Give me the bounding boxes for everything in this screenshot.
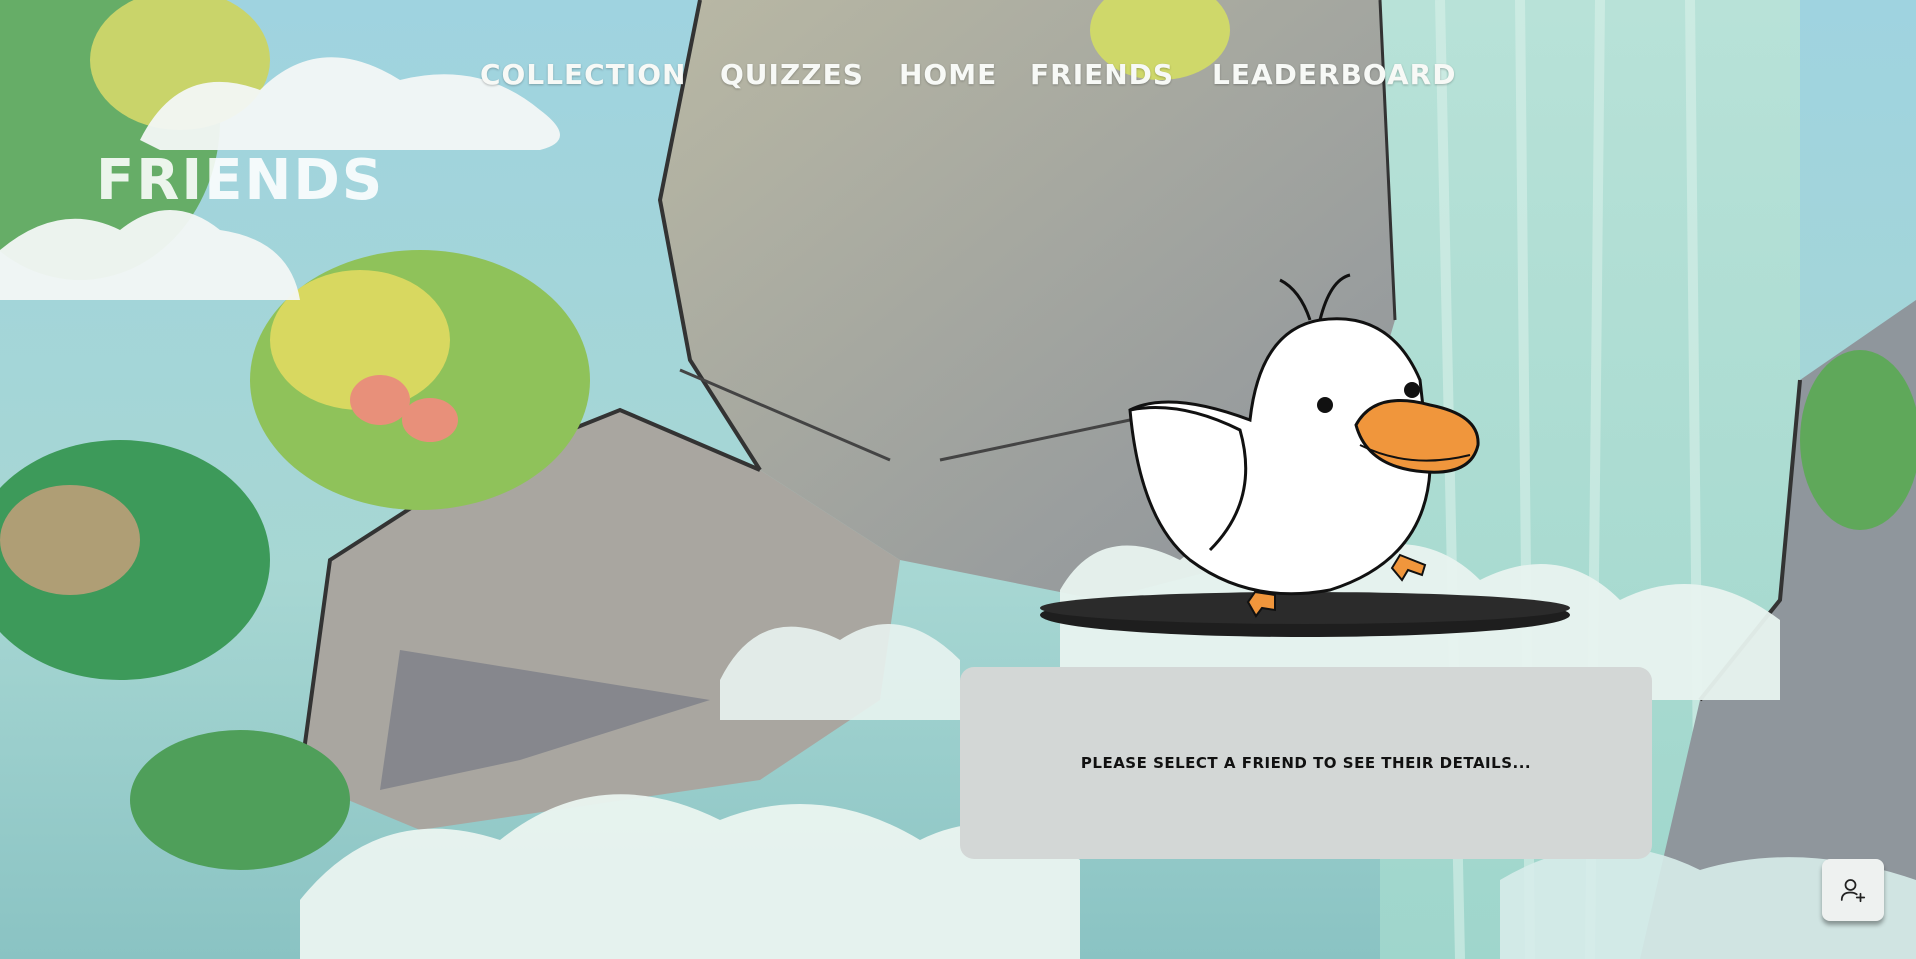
nav-quizzes[interactable]: Quizzes <box>720 58 864 91</box>
page-title: Friends <box>96 148 385 213</box>
nav-friends[interactable]: Friends <box>1030 58 1174 91</box>
add-friend-button[interactable] <box>1822 859 1884 921</box>
friend-details-placeholder: Please select a friend to see their deta… <box>1080 754 1532 772</box>
friend-details-card: Please select a friend to see their deta… <box>960 667 1652 859</box>
duck-character <box>1040 273 1570 637</box>
nav-leaderboard[interactable]: Leaderboard <box>1212 58 1456 91</box>
duck-foot <box>1390 553 1427 582</box>
main-nav: Collection Quizzes Home Friends Leaderbo… <box>0 58 1916 98</box>
nav-home[interactable]: Home <box>899 58 997 91</box>
add-user-icon <box>1840 879 1866 903</box>
nav-collection[interactable]: Collection <box>480 58 686 91</box>
